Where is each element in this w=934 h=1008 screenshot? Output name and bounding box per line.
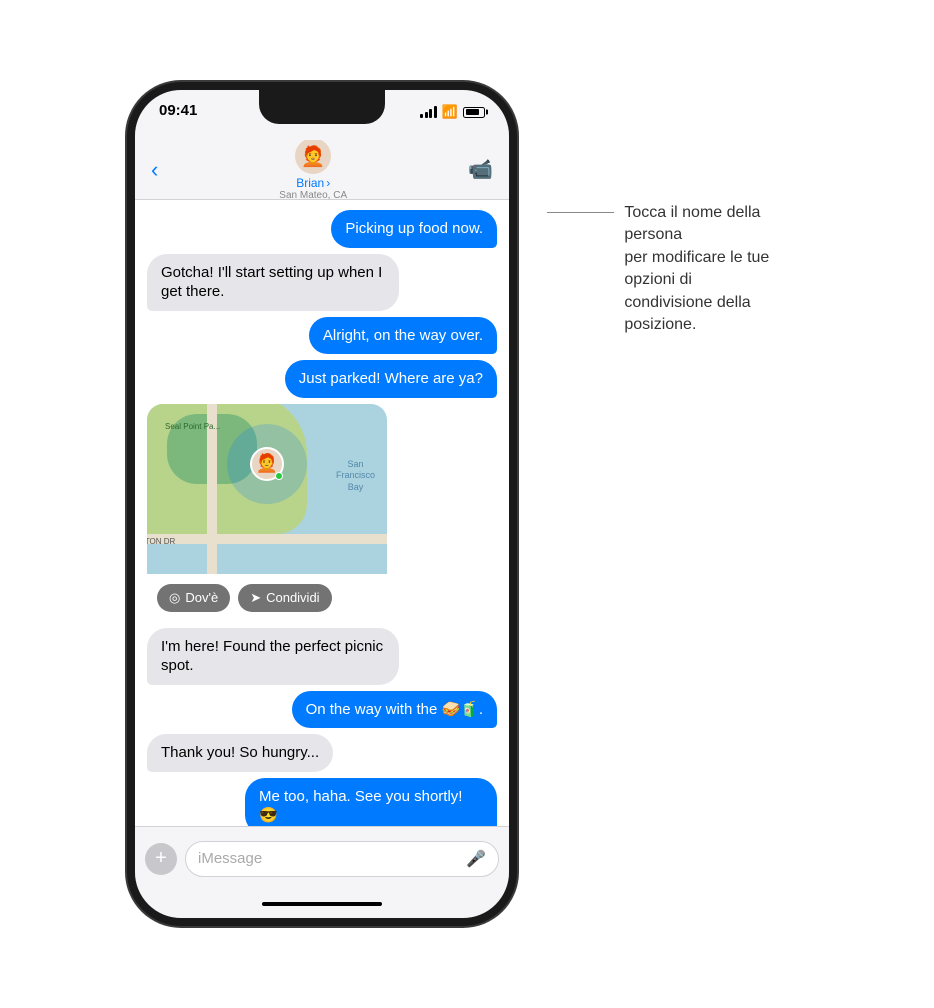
- message-bubble: Me too, haha. See you shortly! 😎: [245, 778, 497, 827]
- annotation-dash: [547, 212, 614, 213]
- mic-icon: 🎤: [466, 849, 486, 869]
- message-bubble: Gotcha! I'll start setting up when I get…: [147, 254, 399, 311]
- video-call-button[interactable]: 📹: [468, 157, 493, 182]
- message-text: Just parked! Where are ya?: [299, 370, 483, 387]
- messages-area: Picking up food now. Gotcha! I'll start …: [135, 200, 509, 826]
- map-road-horizontal: [147, 534, 387, 544]
- notch: [259, 90, 385, 124]
- home-indicator: [135, 890, 509, 918]
- message-bubble: Thank you! So hungry...: [147, 734, 333, 772]
- message-row: On the way with the 🥪🧃.: [147, 691, 497, 729]
- status-icons: 📶: [420, 102, 485, 120]
- message-text: Gotcha! I'll start setting up when I get…: [161, 264, 382, 301]
- signal-icon: [420, 106, 437, 118]
- message-text: Thank you! So hungry...: [161, 744, 319, 761]
- message-text: I'm here! Found the perfect picnic spot.: [161, 638, 383, 675]
- map-park-label: Seal Point Pa...: [165, 422, 220, 431]
- share-button[interactable]: ➤ Condividi: [238, 584, 331, 612]
- message-bubble: Picking up food now.: [331, 210, 497, 248]
- map-buttons: ◎ Dov'è ➤ Condividi: [147, 574, 387, 622]
- message-text: Alright, on the way over.: [323, 327, 483, 344]
- annotation-text: Tocca il nome della personaper modificar…: [624, 202, 807, 336]
- message-text: Me too, haha. See you shortly! 😎: [259, 788, 462, 825]
- message-row: Thank you! So hungry...: [147, 734, 497, 772]
- back-button[interactable]: ‹: [151, 157, 158, 183]
- share-icon: ➤: [250, 590, 261, 606]
- map-bay-label: SanFranciscoBay: [336, 459, 375, 494]
- where-icon: ◎: [169, 590, 180, 606]
- message-text: Picking up food now.: [345, 220, 483, 237]
- battery-icon: [463, 107, 485, 118]
- message-row: Seal Point Pa... SanFranciscoBay NTON DR…: [147, 404, 497, 622]
- input-bar: + iMessage 🎤: [135, 826, 509, 890]
- message-row: Just parked! Where are ya?: [147, 360, 497, 398]
- message-bubble: Alright, on the way over.: [309, 317, 497, 355]
- message-row: Picking up food now.: [147, 210, 497, 248]
- where-button[interactable]: ◎ Dov'è: [157, 584, 230, 612]
- message-row: Gotcha! I'll start setting up when I get…: [147, 254, 497, 311]
- wifi-icon: 📶: [442, 104, 458, 120]
- map-background: Seal Point Pa... SanFranciscoBay NTON DR…: [147, 404, 387, 574]
- plus-icon: +: [155, 847, 167, 870]
- status-time: 09:41: [159, 102, 197, 119]
- message-row: I'm here! Found the perfect picnic spot.: [147, 628, 497, 685]
- map-pin-avatar: 🧑‍🦰: [250, 447, 284, 481]
- nav-bar: ‹ 🧑‍🦰 Brian › San Mateo, CA 📹: [135, 140, 509, 200]
- where-label: Dov'è: [185, 590, 218, 605]
- message-text: On the way with the 🥪🧃.: [306, 701, 483, 718]
- message-bubble: On the way with the 🥪🧃.: [292, 691, 497, 729]
- message-bubble: I'm here! Found the perfect picnic spot.: [147, 628, 399, 685]
- message-bubble: Just parked! Where are ya?: [285, 360, 497, 398]
- map-online-dot: [275, 472, 283, 480]
- share-label: Condividi: [266, 590, 319, 605]
- phone-frame: 09:41 📶 ‹ 🧑‍🦰 Brian: [127, 82, 517, 926]
- contact-header[interactable]: 🧑‍🦰 Brian › San Mateo, CA: [279, 138, 347, 201]
- message-row: Alright, on the way over.: [147, 317, 497, 355]
- annotation-line: Tocca il nome della personaper modificar…: [547, 202, 807, 336]
- avatar: 🧑‍🦰: [295, 138, 331, 174]
- outer-wrapper: 09:41 📶 ‹ 🧑‍🦰 Brian: [127, 82, 807, 926]
- input-placeholder: iMessage: [198, 850, 262, 867]
- message-row: Me too, haha. See you shortly! 😎: [147, 778, 497, 827]
- add-attachment-button[interactable]: +: [145, 843, 177, 875]
- annotation-area: Tocca il nome della personaper modificar…: [547, 82, 807, 336]
- map-visual: Seal Point Pa... SanFranciscoBay NTON DR…: [147, 404, 387, 574]
- home-bar: [262, 902, 382, 906]
- map-bubble[interactable]: Seal Point Pa... SanFranciscoBay NTON DR…: [147, 404, 387, 622]
- contact-name: Brian ›: [296, 176, 330, 190]
- map-road-label: NTON DR: [147, 537, 175, 546]
- message-input[interactable]: iMessage 🎤: [185, 841, 499, 877]
